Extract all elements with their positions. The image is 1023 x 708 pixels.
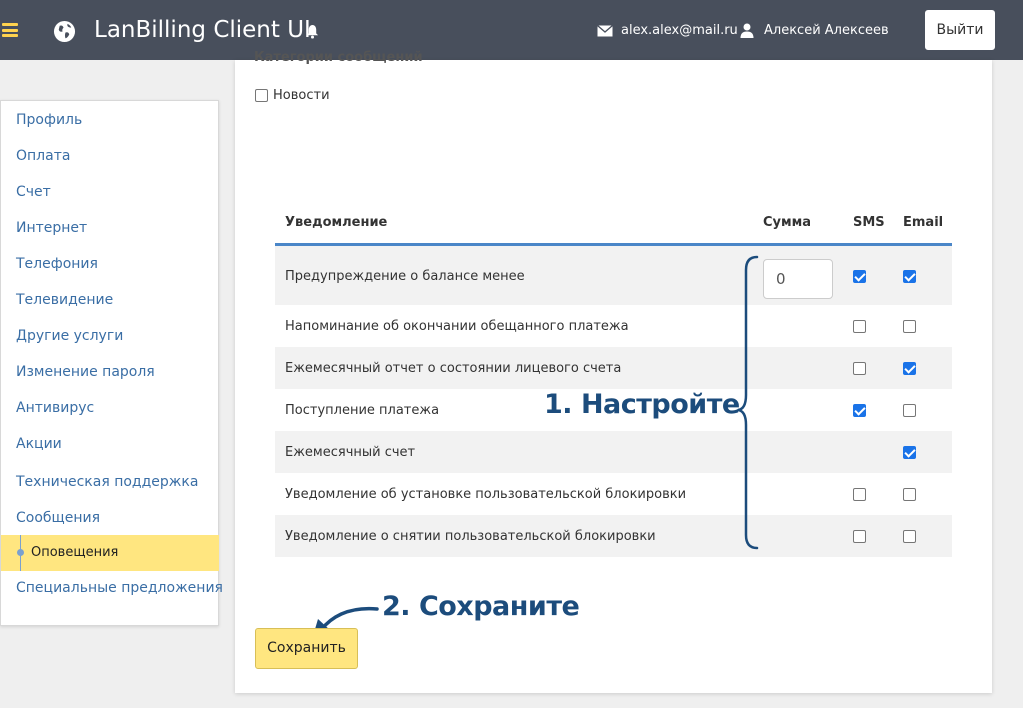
- brace-icon: [737, 255, 759, 550]
- step1-annotation: 1. Настройте: [544, 389, 740, 420]
- save-button[interactable]: Сохранить: [255, 628, 358, 669]
- arrow-icon: [319, 606, 379, 632]
- step2-annotation: 2. Сохраните: [382, 591, 580, 622]
